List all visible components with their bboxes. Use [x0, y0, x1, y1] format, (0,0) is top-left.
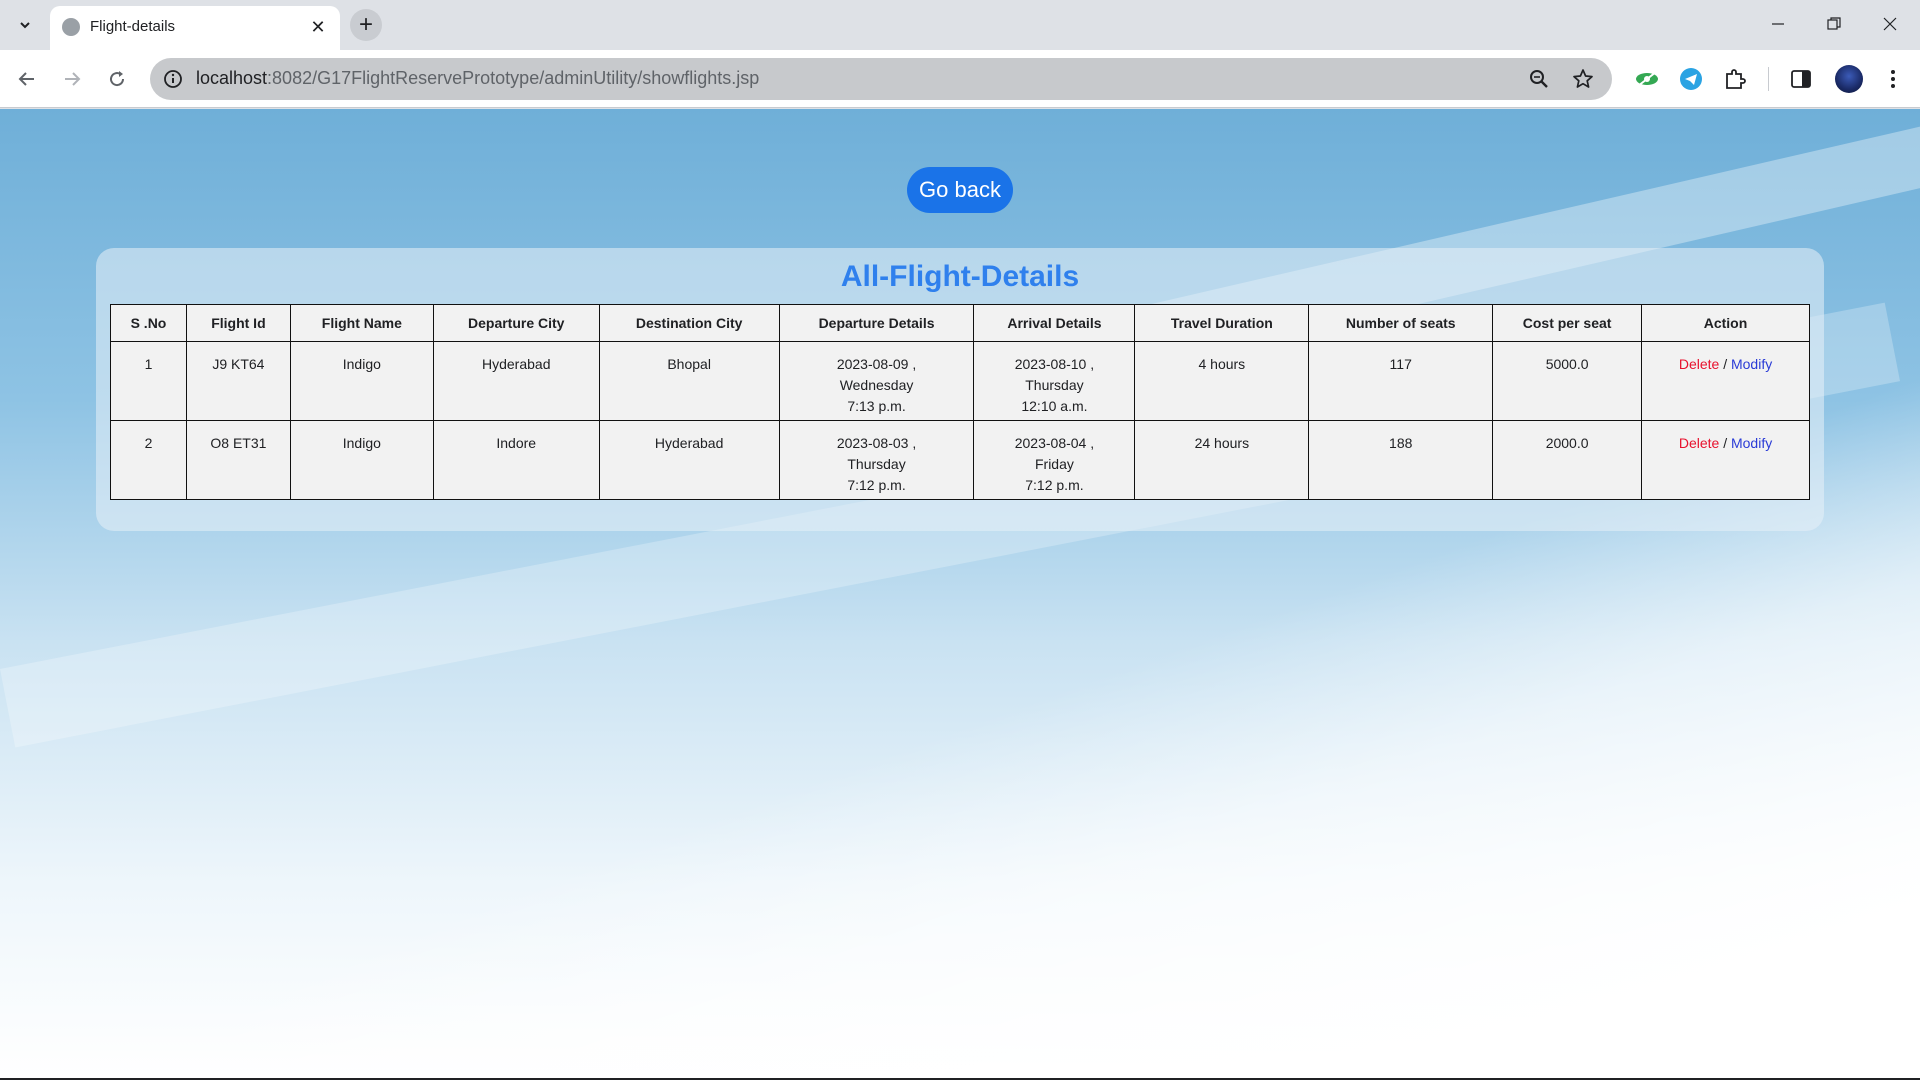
- reload-icon[interactable]: [100, 62, 134, 96]
- forward-arrow-icon[interactable]: [55, 62, 89, 96]
- header-cost-per-seat: Cost per seat: [1492, 304, 1643, 342]
- table-row: 2 O8 ET31 Indigo Indore Hyderabad 2023-0…: [110, 420, 1810, 500]
- departure-time: 7:13 p.m.: [847, 398, 906, 414]
- cell-cost-per-seat: 2000.0: [1492, 420, 1643, 500]
- cell-departure-city: Indore: [432, 420, 600, 500]
- departure-time: 7:12 p.m.: [847, 477, 906, 493]
- zoom-icon[interactable]: [1528, 68, 1550, 90]
- cell-number-of-seats: 188: [1308, 420, 1494, 500]
- arrival-day: Friday: [1034, 456, 1074, 472]
- arrival-date: 2023-08-10 ,: [1014, 356, 1095, 372]
- header-arrival-details: Arrival Details: [973, 304, 1136, 342]
- modify-link[interactable]: Modify: [1731, 356, 1772, 372]
- globe-icon: [62, 18, 80, 36]
- address-bar[interactable]: localhost:8082/G17FlightReservePrototype…: [150, 58, 1612, 100]
- cell-number-of-seats: 117: [1308, 341, 1494, 421]
- arrival-time: 7:12 p.m.: [1025, 477, 1084, 493]
- puzzle-icon[interactable]: [1722, 66, 1748, 92]
- cell-flight-name: Indigo: [289, 420, 434, 500]
- close-window-icon[interactable]: [1862, 0, 1918, 48]
- cell-action: Delete / Modify: [1641, 420, 1810, 500]
- arrival-time: 12:10 a.m.: [1021, 398, 1088, 414]
- back-arrow-icon[interactable]: [10, 62, 44, 96]
- profile-avatar[interactable]: [1835, 65, 1863, 93]
- restore-icon[interactable]: [1806, 0, 1862, 48]
- header-flight-name: Flight Name: [289, 304, 434, 342]
- url-text[interactable]: localhost:8082/G17FlightReservePrototype…: [196, 68, 759, 89]
- arrival-date: 2023-08-04 ,: [1014, 435, 1095, 451]
- plus-icon[interactable]: +: [350, 9, 382, 41]
- cell-sno: 2: [110, 420, 187, 500]
- flight-details-panel: All-Flight-Details S .No Flight Id Fligh…: [96, 248, 1824, 531]
- table-row: 1 J9 KT64 Indigo Hyderabad Bhopal 2023-0…: [110, 341, 1810, 421]
- side-panel-icon[interactable]: [1788, 66, 1814, 92]
- star-icon[interactable]: [1572, 68, 1594, 90]
- cell-departure-details: 2023-08-03 , Thursday 7:12 p.m.: [778, 420, 975, 500]
- cell-flight-name: Indigo: [289, 341, 434, 421]
- cell-destination-city: Bhopal: [598, 341, 780, 421]
- extension-telegram-icon[interactable]: [1678, 66, 1704, 92]
- tab-strip: Flight-details ✕ +: [0, 0, 1920, 50]
- extension-eye-icon[interactable]: [1634, 66, 1660, 92]
- cell-arrival-details: 2023-08-04 , Friday 7:12 p.m.: [973, 420, 1136, 500]
- site-info-icon[interactable]: [162, 68, 184, 90]
- toolbar-divider: [1768, 67, 1769, 91]
- header-flight-id: Flight Id: [185, 304, 291, 342]
- header-destination-city: Destination City: [598, 304, 780, 342]
- close-icon[interactable]: ✕: [306, 15, 330, 39]
- flights-table: S .No Flight Id Flight Name Departure Ci…: [110, 304, 1810, 500]
- departure-day: Thursday: [847, 456, 906, 472]
- action-separator: /: [1723, 435, 1728, 451]
- active-tab[interactable]: Flight-details ✕: [50, 6, 340, 50]
- tab-search-icon[interactable]: [10, 11, 40, 39]
- header-sno: S .No: [110, 304, 187, 342]
- cell-departure-city: Hyderabad: [432, 341, 600, 421]
- browser-toolbar: localhost:8082/G17FlightReservePrototype…: [0, 50, 1920, 108]
- departure-date: 2023-08-09 ,: [836, 356, 917, 372]
- tab-title: Flight-details: [90, 18, 176, 35]
- modify-link[interactable]: Modify: [1731, 435, 1772, 451]
- url-host: localhost: [196, 68, 268, 88]
- cell-cost-per-seat: 5000.0: [1492, 341, 1643, 421]
- header-travel-duration: Travel Duration: [1134, 304, 1310, 342]
- action-separator: /: [1723, 356, 1728, 372]
- page-title: All-Flight-Details: [840, 260, 1080, 293]
- cell-flight-id: J9 KT64: [185, 341, 291, 421]
- header-action: Action: [1641, 304, 1810, 342]
- delete-link[interactable]: Delete: [1679, 356, 1719, 372]
- cell-travel-duration: 4 hours: [1134, 341, 1310, 421]
- cell-sno: 1: [110, 341, 187, 421]
- delete-link[interactable]: Delete: [1679, 435, 1719, 451]
- minimize-icon[interactable]: [1750, 0, 1806, 48]
- cell-arrival-details: 2023-08-10 , Thursday 12:10 a.m.: [973, 341, 1136, 421]
- kebab-menu-icon[interactable]: [1880, 66, 1906, 92]
- departure-day: Wednesday: [839, 377, 914, 393]
- cell-travel-duration: 24 hours: [1134, 420, 1310, 500]
- table-header-row: S .No Flight Id Flight Name Departure Ci…: [110, 304, 1810, 342]
- header-departure-details: Departure Details: [778, 304, 975, 342]
- arrival-day: Thursday: [1025, 377, 1084, 393]
- cell-action: Delete / Modify: [1641, 341, 1810, 421]
- header-number-of-seats: Number of seats: [1308, 304, 1494, 342]
- cell-flight-id: O8 ET31: [185, 420, 291, 500]
- cell-departure-details: 2023-08-09 , Wednesday 7:13 p.m.: [778, 341, 975, 421]
- departure-date: 2023-08-03 ,: [836, 435, 917, 451]
- cell-destination-city: Hyderabad: [598, 420, 780, 500]
- header-departure-city: Departure City: [432, 304, 600, 342]
- page-content: Go back All-Flight-Details S .No Flight …: [0, 109, 1920, 1078]
- go-back-button[interactable]: Go back: [907, 167, 1013, 213]
- url-path: :8082/G17FlightReservePrototype/adminUti…: [267, 68, 760, 88]
